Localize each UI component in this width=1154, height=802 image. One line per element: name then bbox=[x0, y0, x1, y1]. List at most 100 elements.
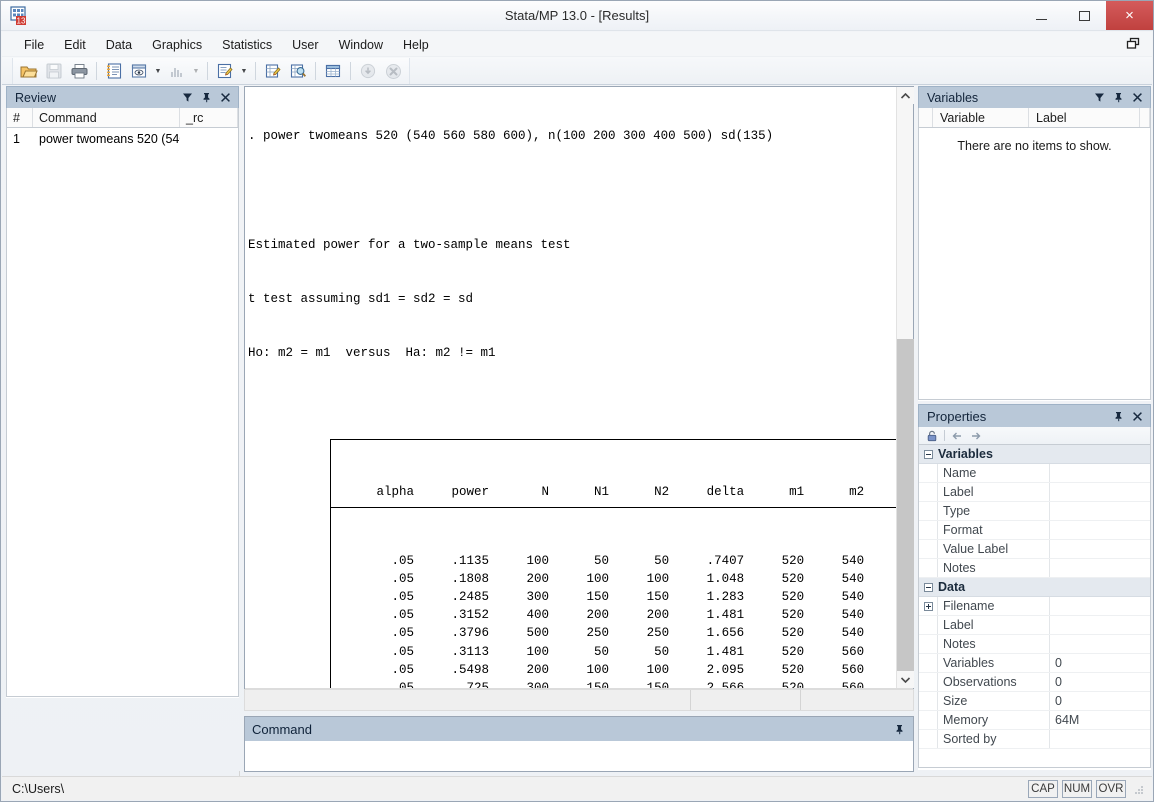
review-list[interactable]: 1 power twomeans 520 (540 ... bbox=[6, 128, 239, 697]
status-indicator-cap[interactable]: CAP bbox=[1028, 779, 1058, 798]
status-indicator-ovr[interactable]: OVR bbox=[1096, 779, 1126, 798]
property-value[interactable]: 64M bbox=[1050, 711, 1150, 729]
menu-item-statistics[interactable]: Statistics bbox=[212, 35, 282, 55]
do-file-editor-button[interactable] bbox=[213, 60, 237, 82]
property-value[interactable] bbox=[1050, 464, 1150, 482]
property-key: Name bbox=[938, 464, 1050, 482]
menu-item-graphics[interactable]: Graphics bbox=[142, 35, 212, 55]
mdi-restore-icon[interactable] bbox=[1126, 37, 1142, 51]
close-icon[interactable] bbox=[1131, 92, 1143, 104]
properties-group-data-label: Data bbox=[938, 580, 966, 594]
menu-item-data[interactable]: Data bbox=[96, 35, 142, 55]
graph-window-button[interactable] bbox=[165, 60, 189, 82]
minimize-button[interactable] bbox=[1020, 1, 1063, 30]
results-window: . power twomeans 520 (540 560 580 600), … bbox=[244, 86, 914, 706]
property-row-type[interactable]: Type bbox=[919, 502, 1150, 521]
menu-item-edit[interactable]: Edit bbox=[54, 35, 96, 55]
property-value[interactable] bbox=[1050, 616, 1150, 634]
property-value[interactable] bbox=[1050, 635, 1150, 653]
property-row-variables-count[interactable]: Variables 0 bbox=[919, 654, 1150, 673]
forward-arrow-icon[interactable] bbox=[969, 429, 983, 443]
property-row-filename[interactable]: Filename bbox=[919, 597, 1150, 616]
menu-item-file[interactable]: File bbox=[14, 35, 54, 55]
review-col-command[interactable]: Command bbox=[33, 108, 180, 127]
pin-icon[interactable] bbox=[200, 92, 212, 104]
properties-group-variables-label: Variables bbox=[938, 447, 993, 461]
collapse-minus-icon[interactable] bbox=[919, 582, 938, 592]
open-file-button[interactable] bbox=[17, 60, 41, 82]
property-value[interactable]: 0 bbox=[1050, 654, 1150, 672]
scrollbar-thumb[interactable] bbox=[897, 339, 914, 679]
variables-col-label[interactable]: Label bbox=[1029, 108, 1140, 127]
property-row-sorted-by[interactable]: Sorted by bbox=[919, 730, 1150, 749]
properties-group-variables-header[interactable]: Variables bbox=[919, 445, 1150, 464]
property-row-notes[interactable]: Notes bbox=[919, 559, 1150, 578]
property-row-format[interactable]: Format bbox=[919, 521, 1150, 540]
property-value[interactable] bbox=[1050, 502, 1150, 520]
back-arrow-icon[interactable] bbox=[950, 429, 964, 443]
viewer-window-button[interactable] bbox=[127, 60, 151, 82]
review-col-num[interactable]: # bbox=[7, 108, 33, 127]
property-value[interactable]: 0 bbox=[1050, 692, 1150, 710]
property-key: Size bbox=[938, 692, 1050, 710]
command-input[interactable] bbox=[245, 741, 913, 771]
property-value[interactable] bbox=[1050, 521, 1150, 539]
property-row-value-label[interactable]: Value Label bbox=[919, 540, 1150, 559]
menu-item-user[interactable]: User bbox=[282, 35, 328, 55]
property-value[interactable] bbox=[1050, 483, 1150, 501]
properties-group-data-header[interactable]: Data bbox=[919, 578, 1150, 597]
window-title: Stata/MP 13.0 - [Results] bbox=[504, 8, 650, 23]
pin-icon[interactable] bbox=[1112, 92, 1124, 104]
review-row[interactable]: 1 power twomeans 520 (540 ... bbox=[7, 128, 238, 149]
review-col-rc[interactable]: _rc bbox=[180, 108, 238, 127]
log-notebook-button[interactable] bbox=[102, 60, 126, 82]
variables-manager-button[interactable] bbox=[321, 60, 345, 82]
status-indicator-num[interactable]: NUM bbox=[1062, 779, 1092, 798]
status-bar: C:\Users\ CAP NUM OVR bbox=[2, 776, 1152, 800]
property-row-memory[interactable]: Memory 64M bbox=[919, 711, 1150, 730]
doeditor-dropdown-arrow-icon[interactable]: ▼ bbox=[238, 60, 250, 82]
row-gutter bbox=[919, 483, 938, 501]
collapse-minus-icon[interactable] bbox=[919, 449, 938, 459]
property-value[interactable] bbox=[1050, 540, 1150, 558]
property-value[interactable] bbox=[1050, 559, 1150, 577]
property-row-data-notes[interactable]: Notes bbox=[919, 635, 1150, 654]
properties-grid[interactable]: Variables Name Label Type Format Value L… bbox=[918, 445, 1151, 768]
break-stop-button bbox=[381, 60, 405, 82]
print-button[interactable] bbox=[67, 60, 91, 82]
expand-plus-icon[interactable] bbox=[919, 597, 938, 615]
results-output[interactable]: . power twomeans 520 (540 560 580 600), … bbox=[245, 87, 898, 688]
property-row-name[interactable]: Name bbox=[919, 464, 1150, 483]
menu-bar: File Edit Data Graphics Statistics User … bbox=[2, 32, 1152, 57]
property-row-size[interactable]: Size 0 bbox=[919, 692, 1150, 711]
property-key: Label bbox=[938, 483, 1050, 501]
data-editor-browse-button[interactable] bbox=[286, 60, 310, 82]
results-heading-3: Ho: m2 = m1 versus Ha: m2 != m1 bbox=[248, 346, 496, 361]
resize-grip-icon[interactable] bbox=[1132, 782, 1146, 796]
variables-col-variable[interactable]: Variable bbox=[933, 108, 1029, 127]
property-row-data-label[interactable]: Label bbox=[919, 616, 1150, 635]
close-button[interactable]: × bbox=[1106, 1, 1153, 30]
menu-item-window[interactable]: Window bbox=[329, 35, 393, 55]
results-vertical-scrollbar[interactable] bbox=[896, 87, 914, 688]
save-button[interactable] bbox=[42, 60, 66, 82]
menu-item-help[interactable]: Help bbox=[393, 35, 439, 55]
close-icon[interactable] bbox=[1131, 410, 1143, 422]
property-row-label[interactable]: Label bbox=[919, 483, 1150, 502]
lock-icon[interactable] bbox=[925, 429, 939, 443]
filter-icon[interactable] bbox=[181, 92, 193, 104]
maximize-button[interactable] bbox=[1063, 1, 1106, 30]
property-row-observations[interactable]: Observations 0 bbox=[919, 673, 1150, 692]
scroll-down-icon[interactable] bbox=[897, 671, 914, 688]
filter-icon[interactable] bbox=[1093, 92, 1105, 104]
row-gutter bbox=[919, 616, 938, 634]
data-editor-edit-button[interactable] bbox=[261, 60, 285, 82]
property-value[interactable]: 0 bbox=[1050, 673, 1150, 691]
pin-icon[interactable] bbox=[893, 723, 905, 735]
close-icon[interactable] bbox=[219, 92, 231, 104]
pin-icon[interactable] bbox=[1112, 410, 1124, 422]
scroll-up-icon[interactable] bbox=[897, 87, 914, 104]
viewer-dropdown-arrow-icon[interactable]: ▼ bbox=[152, 60, 164, 82]
property-value[interactable] bbox=[1050, 730, 1150, 748]
property-value[interactable] bbox=[1050, 597, 1150, 615]
